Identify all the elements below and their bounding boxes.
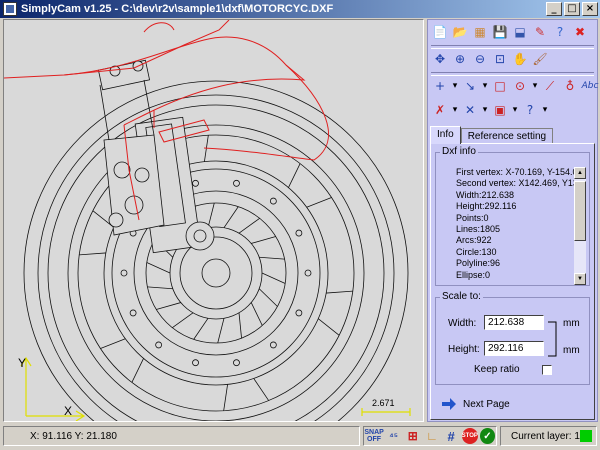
dxf-info-item[interactable]: Second vertex: X142.469, Y13: [456, 178, 576, 189]
scroll-down-icon[interactable]: ▼: [574, 273, 586, 285]
dxf-info-item[interactable]: Polyline:96: [456, 258, 576, 269]
tab-info[interactable]: Info: [430, 126, 461, 144]
dxf-info-item[interactable]: Width:212.638: [456, 190, 576, 201]
dxf-info-list[interactable]: First vertex: X-70.169, Y-154.06 Second v…: [456, 167, 576, 285]
width-label: Width:: [448, 318, 477, 329]
info-tab-content: Dxf info First vertex: X-70.169, Y-154.0…: [430, 143, 595, 420]
arrow-right-icon: [442, 398, 456, 410]
next-page-label: Next Page: [463, 398, 510, 410]
width-unit: mm: [563, 318, 580, 329]
text-icon[interactable]: Abc: [581, 77, 599, 95]
layer-icon[interactable]: ▣: [491, 101, 509, 119]
dxf-info-title: Dxf info: [440, 146, 478, 157]
stop-icon[interactable]: STOP: [462, 428, 478, 444]
zoom-out-icon[interactable]: ⊖: [471, 50, 489, 68]
dxf-info-item[interactable]: Arcs:922: [456, 235, 576, 246]
pan-hand-icon[interactable]: ✋: [511, 50, 529, 68]
axis-x-label: X: [64, 404, 72, 418]
zoom-in-icon[interactable]: ⊕: [451, 50, 469, 68]
width-input[interactable]: 212.638: [484, 315, 544, 330]
scale-value: 2.671: [372, 398, 395, 408]
delete-icon[interactable]: ✕: [461, 101, 479, 119]
wheel-drawing: Y X 2.671: [4, 20, 411, 421]
toolbar: 📄 📂 ▦ 💾 ⬓ ✎? ✖ ✥ ⊕ ⊖ ⊡ ✋ 🖌 + ▾ ↘ ▾ □ ⊙ ▾ ⟋ ♁ Abc ✗ ▾ ✕ ▾ ▣ ▾? ▾: [431, 23, 598, 139]
scroll-thumb[interactable]: [574, 181, 586, 241]
dxf-info-group: Dxf info First vertex: X-70.169, Y-154.0…: [435, 146, 590, 286]
query-dropdown-icon[interactable]: ▾: [541, 101, 549, 119]
layer-color-swatch: [580, 430, 592, 442]
export-icon[interactable]: ⬓: [511, 23, 529, 41]
erase-icon[interactable]: ✗: [431, 101, 449, 119]
grid-icon[interactable]: #: [443, 427, 460, 445]
ratio-link-bracket: [548, 321, 557, 357]
close-window-button[interactable]: ×: [582, 2, 598, 16]
toolbar-row-draw: + ▾ ↘ ▾ □ ⊙ ▾ ⟋ ♁ Abc: [431, 77, 599, 97]
open-folder-icon[interactable]: 📂: [451, 23, 469, 41]
app-icon: [3, 2, 17, 16]
status-bar: X: 91.116 Y: 21.180 SNAP OFF ⁴⁵ ⊞ ∟ # ST…: [0, 424, 600, 450]
coordinates-display: X: 91.116 Y: 21.180: [3, 426, 360, 446]
height-label: Height:: [448, 344, 480, 355]
zoom-fit-icon[interactable]: ✥: [431, 50, 449, 68]
toolbar-row-view: ✥ ⊕ ⊖ ⊡ ✋ 🖌: [431, 50, 549, 70]
polyline-icon[interactable]: ⟋: [541, 77, 559, 95]
keep-ratio-checkbox[interactable]: [542, 365, 552, 375]
line-icon[interactable]: ↘: [461, 77, 479, 95]
snap-angle-icon[interactable]: ⁴⁵: [385, 427, 402, 445]
close-icon[interactable]: ✖: [571, 23, 589, 41]
height-unit: mm: [563, 345, 580, 356]
minimize-button[interactable]: _: [546, 2, 562, 16]
dxf-info-item[interactable]: Height:292.116: [456, 201, 576, 212]
snap-grid-icon[interactable]: ⊞: [404, 427, 421, 445]
tab-strip: Info Reference setting: [430, 126, 554, 144]
save-icon[interactable]: 💾: [491, 23, 509, 41]
keep-ratio-label: Keep ratio: [474, 364, 520, 375]
status-tools: SNAP OFF ⁴⁵ ⊞ ∟ # STOP ✓: [363, 426, 497, 446]
import-icon[interactable]: ▦: [471, 23, 489, 41]
tool-panel: 📄 📂 ▦ 💾 ⬓ ✎? ✖ ✥ ⊕ ⊖ ⊡ ✋ 🖌 + ▾ ↘ ▾ □ ⊙ ▾ ⟋ ♁ Abc ✗ ▾ ✕ ▾ ▣ ▾? ▾ In…: [427, 19, 598, 422]
toolbar-separator: [431, 72, 594, 76]
scroll-up-icon[interactable]: ▲: [574, 167, 586, 179]
zoom-window-icon[interactable]: ⊡: [491, 50, 509, 68]
current-layer-panel: Current layer: 1: [500, 426, 597, 446]
dxf-info-item[interactable]: Circle:130: [456, 247, 576, 258]
circle-dropdown-icon[interactable]: ▾: [531, 77, 539, 95]
query-icon[interactable]: ?: [521, 101, 539, 119]
title-bar: SimplyCam v1.25 - C:\dev\r2v\sample1\dxf…: [0, 0, 600, 18]
axis-y-label: Y: [18, 356, 26, 370]
dxf-info-item[interactable]: Ellipse:0: [456, 270, 576, 281]
toolbar-row-edit: ✗ ▾ ✕ ▾ ▣ ▾? ▾: [431, 101, 549, 121]
erase-dropdown-icon[interactable]: ▾: [451, 101, 459, 119]
check-icon[interactable]: ✓: [479, 428, 496, 444]
toolbar-row-file: 📄 📂 ▦ 💾 ⬓ ✎? ✖: [431, 23, 589, 43]
dxf-info-item[interactable]: First vertex: X-70.169, Y-154.06: [456, 167, 576, 178]
brush-icon[interactable]: 🖌: [531, 50, 549, 68]
scale-group: Scale to: Width: 212.638 Height: 292.116…: [435, 291, 590, 385]
dxf-info-item[interactable]: Lines:1805: [456, 224, 576, 235]
window-title: SimplyCam v1.25 - C:\dev\r2v\sample1\dxf…: [21, 3, 334, 15]
ortho-icon[interactable]: ∟: [423, 427, 440, 445]
height-input[interactable]: 292.116: [484, 341, 544, 356]
layer-dropdown-icon[interactable]: ▾: [511, 101, 519, 119]
help-icon[interactable]: ?: [551, 23, 569, 41]
current-layer-label: Current layer: 1: [511, 430, 580, 442]
next-page-button[interactable]: Next Page: [441, 398, 510, 410]
drawing-canvas[interactable]: Y X 2.671: [3, 19, 424, 422]
tab-reference-setting[interactable]: Reference setting: [460, 128, 554, 144]
rectangle-icon[interactable]: □: [491, 77, 509, 95]
point-dropdown-icon[interactable]: ▾: [451, 77, 459, 95]
dxf-info-item[interactable]: Points:0: [456, 213, 576, 224]
maximize-button[interactable]: □: [564, 2, 580, 16]
circle-icon[interactable]: ⊙: [511, 77, 529, 95]
point-icon[interactable]: +: [431, 77, 449, 95]
line-dropdown-icon[interactable]: ▾: [481, 77, 489, 95]
tool-icon[interactable]: ✎: [531, 23, 549, 41]
delete-dropdown-icon[interactable]: ▾: [481, 101, 489, 119]
dxf-info-scrollbar[interactable]: ▲ ▼: [574, 167, 586, 285]
new-icon[interactable]: 📄: [431, 23, 449, 41]
curve-icon[interactable]: ♁: [561, 77, 579, 95]
toolbar-separator: [431, 45, 594, 49]
scale-title: Scale to:: [440, 291, 483, 302]
snap-off-icon[interactable]: SNAP OFF: [364, 427, 383, 445]
